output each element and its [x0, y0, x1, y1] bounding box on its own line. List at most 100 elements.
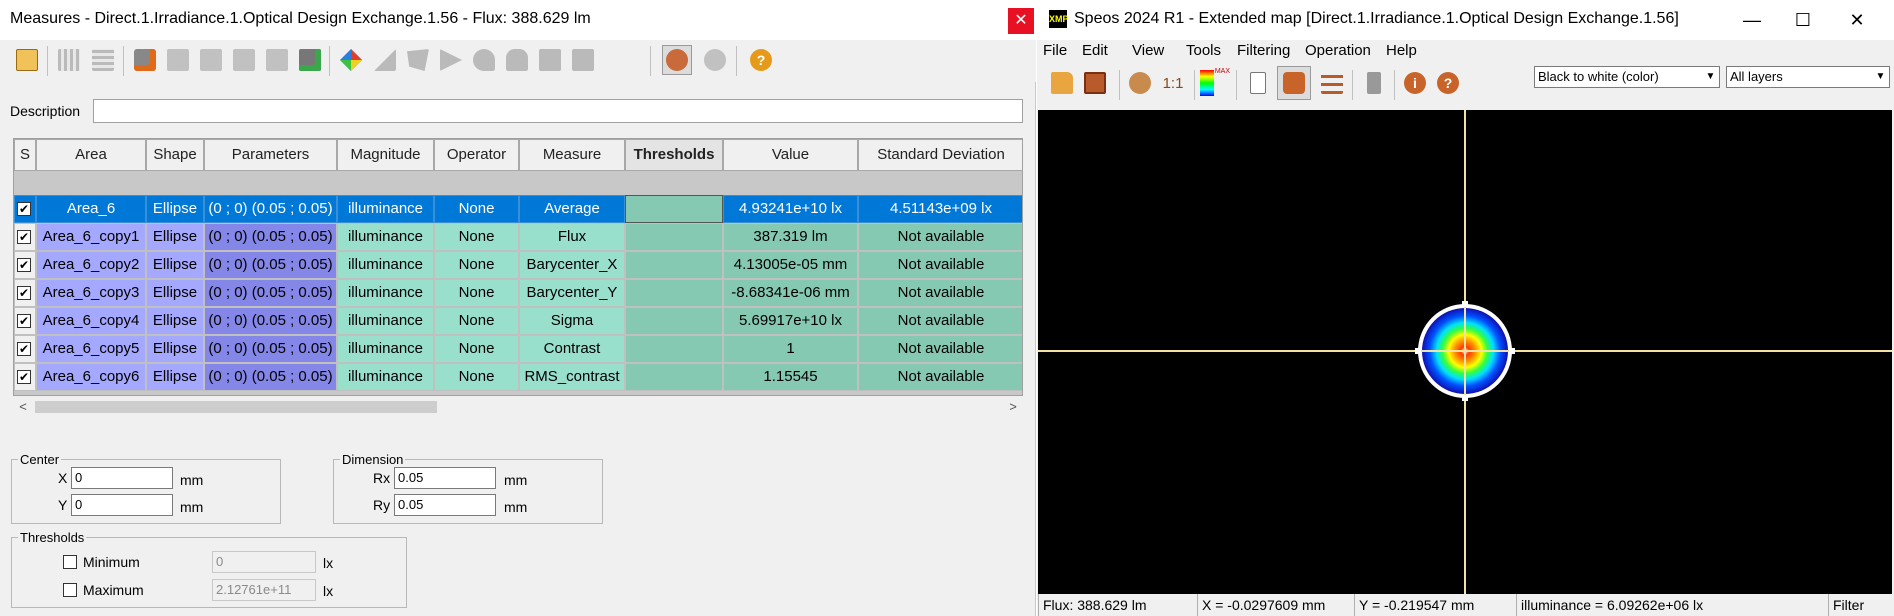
- checkbox-checked-icon[interactable]: ✔: [17, 342, 31, 356]
- cell-shape[interactable]: Ellipse: [146, 335, 204, 363]
- save-icon[interactable]: [1080, 68, 1110, 98]
- cell-shape[interactable]: Ellipse: [146, 251, 204, 279]
- cell-operator[interactable]: None: [434, 251, 519, 279]
- cell-magnitude[interactable]: illuminance: [337, 363, 434, 391]
- cell-value[interactable]: 1.15545: [723, 363, 858, 391]
- cell-thresholds[interactable]: [625, 363, 723, 391]
- column-header-operator[interactable]: Operator: [434, 139, 519, 171]
- color-mode-select[interactable]: Black to white (color) ▼: [1534, 66, 1720, 88]
- menu-operation[interactable]: Operation: [1305, 42, 1371, 59]
- cell-operator[interactable]: None: [434, 335, 519, 363]
- zoom-icon[interactable]: [1125, 68, 1155, 98]
- cell-area[interactable]: Area_6_copy4: [36, 307, 146, 335]
- table-row[interactable]: ✔ Area_6_copy4 Ellipse (0 ; 0) (0.05 ; 0.05…: [14, 307, 1022, 335]
- window-close-button[interactable]: ✕: [1837, 6, 1877, 34]
- cell-operator[interactable]: None: [434, 279, 519, 307]
- hole-shape-icon[interactable]: [502, 45, 532, 75]
- cell-shape[interactable]: Ellipse: [146, 307, 204, 335]
- table-row[interactable]: ✔ Area_6_copy6 Ellipse (0 ; 0) (0.05 ; 0.05…: [14, 363, 1022, 391]
- cell-std[interactable]: Not available: [858, 279, 1022, 307]
- cell-std[interactable]: Not available: [858, 307, 1022, 335]
- cell-area[interactable]: Area_6_copy3: [36, 279, 146, 307]
- center-x-input[interactable]: 0: [71, 467, 173, 489]
- column-header-area[interactable]: Area: [36, 139, 146, 171]
- cell-value[interactable]: 4.93241e+10 lx: [723, 195, 858, 223]
- checkbox-checked-icon[interactable]: ✔: [17, 202, 31, 216]
- camera-icon[interactable]: [662, 45, 692, 75]
- cell-value[interactable]: 1: [723, 335, 858, 363]
- column-header-parameters[interactable]: Parameters: [204, 139, 337, 171]
- column-header-s[interactable]: S: [14, 139, 36, 171]
- menu-edit[interactable]: Edit: [1082, 42, 1108, 59]
- rectangle-shape-icon[interactable]: [370, 45, 400, 75]
- cell-value[interactable]: 387.319 lm: [723, 223, 858, 251]
- column-header-thresholds[interactable]: Thresholds: [625, 139, 723, 171]
- dimension-rx-input[interactable]: 0.05: [394, 467, 496, 489]
- ellipse-shape-icon[interactable]: [469, 45, 499, 75]
- table-row[interactable]: ✔ Area_6_copy5 Ellipse (0 ; 0) (0.05 ; 0.05…: [14, 335, 1022, 363]
- horizontal-scrollbar[interactable]: < >: [13, 397, 1023, 417]
- cell-thresholds[interactable]: [625, 279, 723, 307]
- row-checkbox-cell[interactable]: ✔: [14, 363, 36, 391]
- column-header-std[interactable]: Standard Deviation: [858, 139, 1022, 171]
- globe-icon[interactable]: [700, 45, 730, 75]
- layers-select[interactable]: All layers ▼: [1726, 66, 1890, 88]
- cell-std[interactable]: 4.51143e+09 lx: [858, 195, 1022, 223]
- settings-sliders-icon[interactable]: [1317, 68, 1347, 98]
- cell-std[interactable]: Not available: [858, 251, 1022, 279]
- cell-std[interactable]: Not available: [858, 363, 1022, 391]
- color-scale-icon[interactable]: [336, 45, 366, 75]
- checkbox-checked-icon[interactable]: ✔: [17, 286, 31, 300]
- surface-view-icon[interactable]: [1277, 66, 1311, 100]
- cell-parameters[interactable]: (0 ; 0) (0.05 ; 0.05): [204, 363, 337, 391]
- checkbox-checked-icon[interactable]: ✔: [17, 258, 31, 272]
- cell-measure[interactable]: Barycenter_Y: [519, 279, 625, 307]
- zoom-1-1-button[interactable]: 1:1: [1158, 68, 1188, 98]
- dimension-ry-input[interactable]: 0.05: [394, 494, 496, 516]
- menu-file[interactable]: File: [1043, 42, 1067, 59]
- cell-operator[interactable]: None: [434, 195, 519, 223]
- table-row[interactable]: ✔ Area_6_copy3 Ellipse (0 ; 0) (0.05 ; 0.05…: [14, 279, 1022, 307]
- cell-magnitude[interactable]: illuminance: [337, 251, 434, 279]
- cell-area[interactable]: Area_6: [36, 195, 146, 223]
- add-measure-icon[interactable]: [295, 45, 325, 75]
- cell-operator[interactable]: None: [434, 307, 519, 335]
- scroll-left-icon[interactable]: <: [13, 397, 33, 417]
- menu-help[interactable]: Help: [1386, 42, 1417, 59]
- cell-thresholds[interactable]: [625, 251, 723, 279]
- sector-shape-icon[interactable]: [436, 45, 466, 75]
- table-row[interactable]: ✔ Area_6_copy2 Ellipse (0 ; 0) (0.05 ; 0.05…: [14, 251, 1022, 279]
- cell-magnitude[interactable]: illuminance: [337, 279, 434, 307]
- menu-filtering[interactable]: Filtering: [1237, 42, 1290, 59]
- add-area-icon[interactable]: [130, 45, 160, 75]
- cell-measure[interactable]: Barycenter_X: [519, 251, 625, 279]
- help-icon[interactable]: ?: [746, 45, 776, 75]
- cell-magnitude[interactable]: illuminance: [337, 307, 434, 335]
- move-down-icon[interactable]: [229, 45, 259, 75]
- description-input[interactable]: [93, 99, 1023, 123]
- color-scale-max-icon[interactable]: MAX: [1200, 68, 1230, 98]
- move-up-icon[interactable]: [196, 45, 226, 75]
- cell-thresholds[interactable]: [625, 335, 723, 363]
- cell-shape[interactable]: Ellipse: [146, 195, 204, 223]
- remove-area-icon[interactable]: [163, 45, 193, 75]
- menu-view[interactable]: View: [1132, 42, 1164, 59]
- minimize-button[interactable]: —: [1732, 6, 1772, 34]
- row-checkbox-cell[interactable]: ✔: [14, 335, 36, 363]
- cell-shape[interactable]: Ellipse: [146, 223, 204, 251]
- cell-parameters[interactable]: (0 ; 0) (0.05 ; 0.05): [204, 279, 337, 307]
- scroll-right-icon[interactable]: >: [1003, 397, 1023, 417]
- maximize-button[interactable]: ☐: [1783, 6, 1823, 34]
- cell-std[interactable]: Not available: [858, 335, 1022, 363]
- cell-measure[interactable]: Flux: [519, 223, 625, 251]
- cell-thresholds[interactable]: [625, 307, 723, 335]
- help-icon[interactable]: ?: [1433, 68, 1463, 98]
- row-checkbox-cell[interactable]: ✔: [14, 195, 36, 223]
- cell-value[interactable]: -8.68341e-06 mm: [723, 279, 858, 307]
- menu-tools[interactable]: Tools: [1186, 42, 1221, 59]
- table-row[interactable]: ✔ Area_6 Ellipse (0 ; 0) (0.05 ; 0.05) illum…: [14, 195, 1022, 223]
- cell-value[interactable]: 4.13005e-05 mm: [723, 251, 858, 279]
- polygon-shape-icon[interactable]: [403, 45, 433, 75]
- table-row[interactable]: ✔ Area_6_copy1 Ellipse (0 ; 0) (0.05 ; 0.05…: [14, 223, 1022, 251]
- cell-value[interactable]: 5.69917e+10 lx: [723, 307, 858, 335]
